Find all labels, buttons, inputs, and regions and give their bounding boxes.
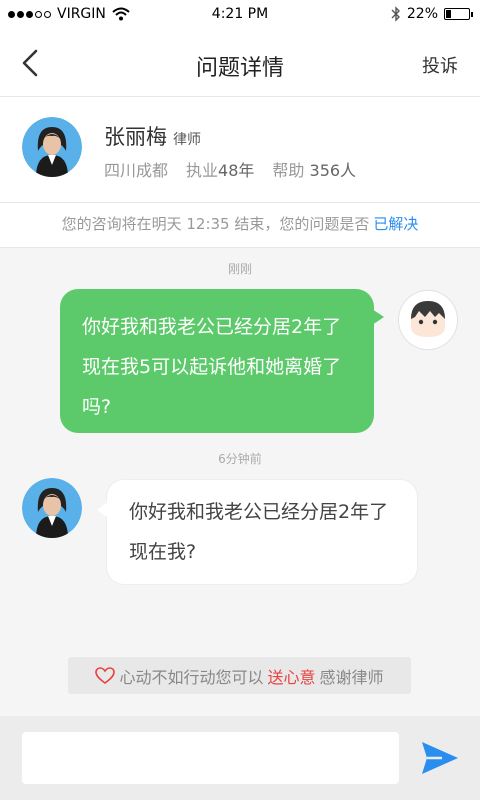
user-avatar[interactable] (398, 290, 458, 350)
bluetooth-icon (391, 6, 400, 22)
thanks-suffix: 感谢律师 (319, 667, 384, 687)
send-icon[interactable] (418, 736, 462, 780)
consult-notice: 您的咨询将在明天 12:35 结束，您的问题是否 已解决 (0, 203, 480, 248)
lawyer-message-bubble: 你好我和我老公已经分居2年了现在我? (97, 479, 418, 585)
lawyer-avatar[interactable] (22, 117, 82, 177)
report-button[interactable]: 投诉 (422, 52, 458, 78)
lawyer-role: 律师 (173, 132, 201, 148)
page-title: 问题详情 (195, 56, 284, 81)
status-right: 22% (391, 6, 473, 22)
lawyer-practice: 执业48年 (186, 157, 254, 181)
lawyer-name: 张丽梅 律师 (104, 121, 201, 151)
resolved-link[interactable]: 已解决 (373, 215, 418, 233)
practice-years: 48年 (218, 161, 255, 180)
lawyer-location: 四川成都 (104, 161, 169, 180)
lawyer-name-text: 张丽梅 (104, 125, 167, 149)
user-message-bubble: 你好我和我老公已经分居2年了现在我5可以起诉他和她离婚了吗? (60, 289, 384, 433)
thank-lawyer-banner[interactable]: 心动不如行动您可以 送心意 感谢律师 (68, 657, 411, 694)
helped-count: 356人 (309, 161, 357, 180)
message-timestamp: 刚刚 (227, 262, 252, 276)
battery-icon (444, 8, 473, 20)
thanks-prefix: 心动不如行动您可以 (119, 667, 264, 687)
lawyer-helped: 帮助 356人 (272, 157, 356, 181)
message-composer (0, 716, 480, 800)
message-timestamp: 6分钟前 (218, 452, 262, 466)
heart-icon (95, 666, 116, 684)
lawyer-card[interactable]: 张丽梅 律师 四川成都 执业48年 帮助 356人 (0, 97, 480, 203)
lawyer-chat-avatar[interactable] (22, 478, 82, 538)
practice-label: 执业 (186, 161, 219, 180)
battery-fill (446, 10, 451, 18)
nav-bar: 问题详情 投诉 (0, 30, 480, 97)
battery-percent: 22% (406, 6, 438, 22)
send-gift-link[interactable]: 送心意 (267, 664, 315, 688)
status-bar: VIRGIN 4:21 PM 22% (0, 0, 480, 30)
helped-label: 帮助 (272, 161, 305, 180)
message-input[interactable] (22, 732, 399, 784)
lawyer-meta: 四川成都 执业48年 帮助 356人 (104, 157, 356, 181)
notice-text: 您的咨询将在明天 12:35 结束，您的问题是否 (61, 215, 370, 233)
